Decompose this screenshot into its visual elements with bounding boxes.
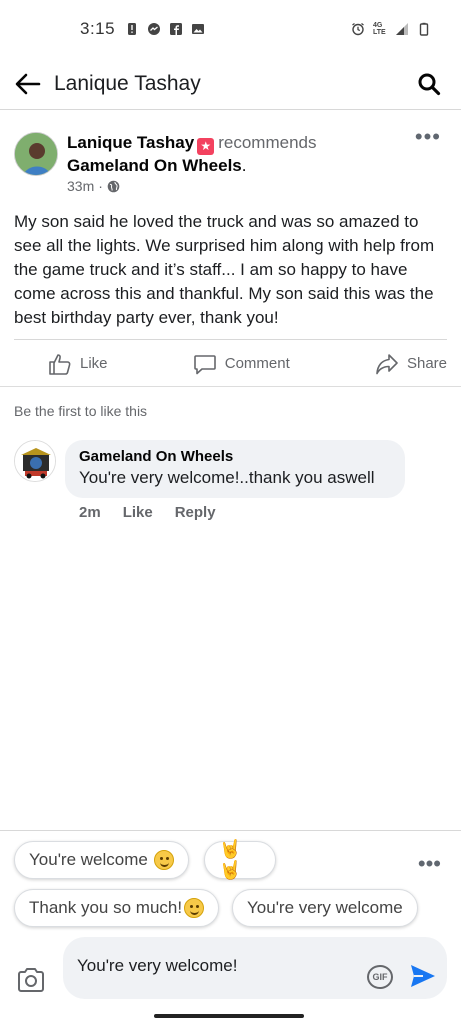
send-button[interactable]	[409, 963, 439, 993]
gif-icon: GIF	[372, 972, 388, 982]
gameland-logo	[15, 441, 55, 481]
post-header: Lanique Tashay ★ recommends Gameland On Wh…	[0, 110, 461, 206]
post-time[interactable]: 33m	[67, 178, 94, 194]
like-label: Like	[80, 355, 108, 372]
post: Lanique Tashay ★ recommends Gameland On Wh…	[0, 110, 461, 521]
divider	[0, 386, 461, 387]
more-replies-icon[interactable]: •••	[418, 853, 441, 875]
reply-area: You're welcome 🤘🤘 ••• Thank you so much!…	[0, 830, 461, 1024]
comment-actions: 2m Like Reply	[79, 504, 216, 521]
comment-icon	[193, 354, 216, 374]
comment-text: You're very welcome!..thank you aswell	[79, 468, 375, 487]
post-text: My son said he loved the truck and was s…	[14, 212, 435, 327]
comment-composer[interactable]: You're very welcome! GIF	[63, 937, 447, 999]
author-avatar[interactable]	[14, 132, 58, 176]
page-title: Lanique Tashay	[54, 71, 201, 95]
network-label: 4G LTE	[373, 22, 386, 36]
post-meta: 33m ·	[67, 178, 120, 194]
post-actions: Like Comment Share	[14, 339, 447, 387]
camera-button[interactable]	[16, 965, 46, 995]
share-icon	[376, 353, 398, 374]
page-suffix: .	[241, 156, 247, 175]
send-icon	[411, 965, 435, 987]
recommended-page-name[interactable]: Gameland On Wheels	[67, 156, 242, 175]
likes-summary: Be the first to like this	[14, 403, 148, 419]
comment-button[interactable]: Comment	[193, 353, 290, 375]
status-time: 3:15	[80, 19, 116, 38]
composer-input[interactable]: You're very welcome!	[77, 956, 237, 976]
thumbs-up-icon	[49, 353, 71, 375]
share-label: Share	[406, 355, 447, 372]
alert-icon	[128, 23, 137, 35]
alarm-icon	[352, 22, 364, 36]
meta-dot: ·	[98, 178, 103, 194]
back-button[interactable]	[12, 68, 44, 100]
recommendation-star-icon: ★	[197, 138, 215, 155]
arrow-left-icon	[15, 73, 41, 94]
avatar-photo	[15, 133, 57, 175]
quick-reply-label: You're very welcome	[247, 898, 403, 917]
quick-reply-thank-you[interactable]: Thank you so much!	[14, 889, 220, 927]
comment-bubble[interactable]: Gameland On Wheels You're very welcome!.…	[65, 440, 405, 498]
blushing-emoji-icon	[184, 898, 205, 918]
comment-time[interactable]: 2m	[79, 504, 101, 521]
messenger-icon	[148, 23, 161, 35]
quick-reply-youre-welcome[interactable]: You're welcome	[14, 841, 189, 879]
quick-reply-horns[interactable]: 🤘🤘	[204, 839, 276, 880]
comment-label: Comment	[224, 355, 290, 372]
comment-author[interactable]: Gameland On Wheels	[79, 448, 391, 466]
status-bar: 3:15 4G LTE	[0, 0, 461, 58]
comment-like-button[interactable]: Like	[123, 504, 153, 521]
globe-icon	[107, 180, 120, 192]
home-indicator[interactable]	[154, 1014, 304, 1018]
commenter-avatar[interactable]	[14, 440, 56, 482]
quick-reply-label: You're welcome	[29, 850, 148, 869]
share-button[interactable]: Share	[375, 353, 447, 375]
author-name[interactable]: Lanique Tashay	[67, 133, 194, 152]
quick-reply-label: Thank you so much!	[29, 898, 183, 917]
camera-icon	[18, 968, 44, 992]
notification-icons	[125, 22, 205, 36]
recommends-label: recommends	[218, 133, 317, 152]
battery-icon	[419, 22, 429, 36]
post-author-line: Lanique Tashay ★ recommends Gameland On Wh…	[67, 132, 397, 177]
rock-on-emoji-icon: 🤘🤘	[219, 839, 242, 880]
quick-reply-very-welcome[interactable]: You're very welcome	[232, 889, 418, 927]
image-icon	[192, 24, 205, 34]
system-icons: 4G LTE	[351, 22, 431, 36]
facebook-icon	[170, 23, 183, 35]
search-button[interactable]	[415, 70, 443, 98]
signal-icon	[396, 23, 408, 35]
search-icon	[418, 73, 441, 95]
post-options-icon[interactable]: •••	[415, 126, 441, 148]
smiley-emoji-icon	[153, 850, 174, 870]
comment-reply-button[interactable]: Reply	[175, 504, 216, 521]
like-button[interactable]: Like	[48, 353, 108, 375]
app-bar: Lanique Tashay	[0, 58, 461, 110]
gif-button[interactable]: GIF	[367, 965, 393, 989]
